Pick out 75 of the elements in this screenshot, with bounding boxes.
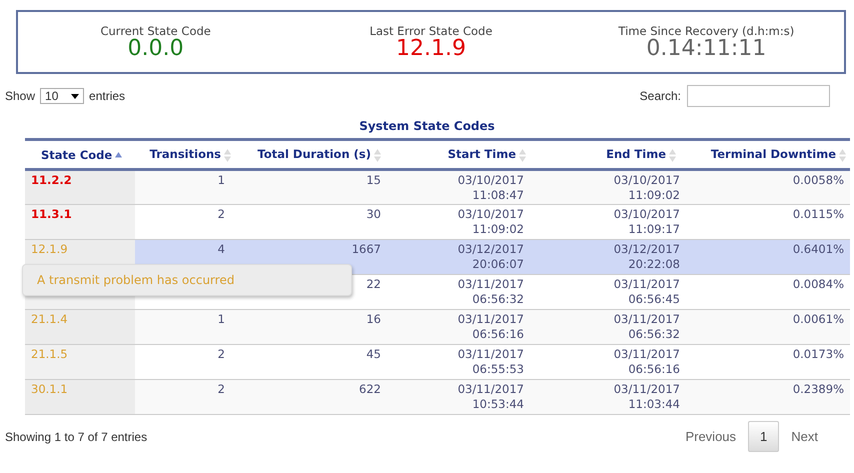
state-code: 11.3.1 xyxy=(31,207,72,221)
table-cell: 0.0061% xyxy=(792,312,844,326)
stat-value: 0.0.0 xyxy=(128,38,184,60)
stat-label: Time Since Recovery (d.h:m:s) xyxy=(618,24,794,38)
sort-icon xyxy=(839,148,846,162)
table-cell: 03/11/2017 06:56:16 xyxy=(614,347,680,377)
table-cell: 03/10/2017 11:09:02 xyxy=(458,207,524,237)
table-cell: 0.2389% xyxy=(792,382,844,396)
page-button[interactable]: Previous xyxy=(673,421,748,452)
column-header[interactable]: Start Time xyxy=(385,140,530,170)
page-button[interactable]: 1 xyxy=(748,421,780,452)
page-button[interactable]: Next xyxy=(779,421,830,452)
column-header[interactable]: Terminal Downtime xyxy=(680,140,850,170)
caret-icon xyxy=(71,94,80,98)
table-cell: 1 xyxy=(218,312,225,326)
show-label: Show xyxy=(5,89,36,103)
entries-dropdown[interactable]: 10 xyxy=(40,88,84,104)
stat-value: 0.14:11:11 xyxy=(646,38,766,60)
column-header[interactable]: Total Duration (s) xyxy=(235,140,385,170)
table-cell: 03/11/2017 11:03:44 xyxy=(614,382,680,412)
table-cell: 03/11/2017 06:56:32 xyxy=(614,312,680,342)
table-row[interactable]: 11.3.1 2 30 03/10/2017 11:09:02 03/10/2017 11:09:17 0.0115% xyxy=(25,204,850,240)
table-cell: 15 xyxy=(366,173,381,187)
table-cell: 0.0173% xyxy=(792,347,844,361)
stat-label: Last Error State Code xyxy=(370,24,492,38)
table-cell: 03/11/2017 06:56:16 xyxy=(458,312,524,342)
table-cell: 03/11/2017 10:53:44 xyxy=(458,382,524,412)
table-cell: 03/10/2017 11:08:47 xyxy=(458,173,524,203)
entries-label: entries xyxy=(89,89,126,103)
table-cell: 0.0058% xyxy=(792,173,844,187)
search-label: Search: xyxy=(640,89,681,103)
table-cell: 03/11/2017 06:55:53 xyxy=(458,347,524,377)
table-info: Showing 1 to 7 of 7 entries xyxy=(5,430,148,444)
table-cell: 2 xyxy=(218,382,225,396)
table-cell: 0.6401% xyxy=(792,242,844,256)
tooltip: A transmit problem has occurred xyxy=(22,264,352,296)
table-cell: 45 xyxy=(366,347,381,361)
table-caption: System State Codes xyxy=(358,119,496,133)
table-cell: 0.0084% xyxy=(792,277,844,291)
table-cell: 622 xyxy=(359,382,381,396)
column-header[interactable]: End Time xyxy=(530,140,680,170)
table-row[interactable]: 30.1.1 2 622 03/11/2017 10:53:44 03/11/2017 11:03:44 0.2389% xyxy=(25,380,850,414)
table-row[interactable]: 21.1.5 2 45 03/11/2017 06:55:53 03/11/2017 06:56:16 0.0173% xyxy=(25,344,850,380)
state-code: 21.1.5 xyxy=(31,347,68,361)
table-cell: 03/10/2017 11:09:17 xyxy=(614,207,680,237)
stat-value: 12.1.9 xyxy=(396,38,466,60)
table-cell: 1 xyxy=(218,173,225,187)
table-cell: 03/12/2017 20:22:08 xyxy=(614,242,680,272)
table-cell: 1667 xyxy=(352,242,381,256)
sort-icon xyxy=(669,148,676,162)
column-header[interactable]: State Code xyxy=(25,140,135,170)
table-cell: 03/10/2017 11:09:02 xyxy=(614,173,680,203)
table-cell: 22 xyxy=(366,277,381,291)
table-cell: 16 xyxy=(366,312,381,326)
table-cell: 30 xyxy=(366,207,381,221)
state-code: 21.1.4 xyxy=(31,312,68,326)
sort-icon xyxy=(519,148,526,162)
table-cell: 0.0115% xyxy=(792,207,844,221)
table-cell: 2 xyxy=(218,347,225,361)
table-cell: 2 xyxy=(218,207,225,221)
sort-icon xyxy=(115,152,122,158)
table-cell: 03/11/2017 06:56:32 xyxy=(458,277,524,307)
column-header[interactable]: Transitions xyxy=(135,140,235,170)
table-row[interactable]: 11.2.2 1 15 03/10/2017 11:08:47 03/10/2017 11:09:02 0.0058% xyxy=(25,170,850,204)
state-code: 12.1.9 xyxy=(31,242,68,256)
table-cell: 03/11/2017 06:56:45 xyxy=(614,277,680,307)
table-row[interactable]: 21.1.4 1 16 03/11/2017 06:56:16 03/11/2017 06:56:32 0.0061% xyxy=(25,310,850,344)
search-field[interactable] xyxy=(687,85,830,107)
stat-label: Current State Code xyxy=(100,24,211,38)
table-cell: 4 xyxy=(218,242,225,256)
table-cell: 03/12/2017 20:06:07 xyxy=(458,242,524,272)
state-code: 30.1.1 xyxy=(31,382,68,396)
sort-icon xyxy=(374,148,381,162)
state-code: 11.2.2 xyxy=(31,173,72,187)
sort-icon xyxy=(224,148,231,162)
